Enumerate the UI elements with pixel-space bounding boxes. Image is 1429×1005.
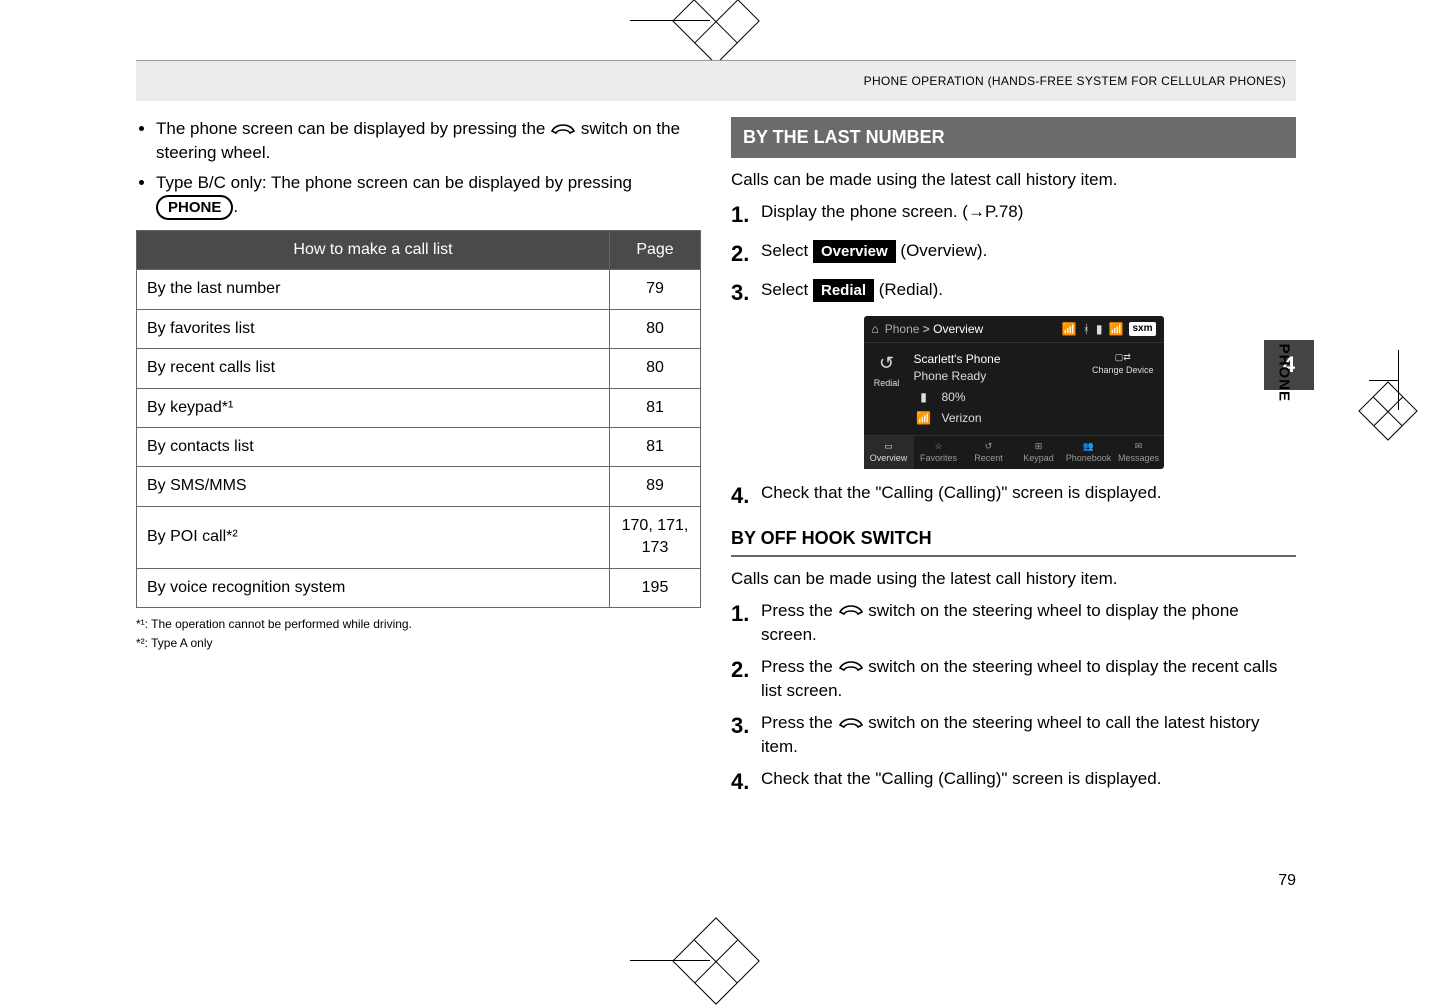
offhook-icon <box>550 118 576 142</box>
table-head-page: Page <box>610 231 701 270</box>
table-row: By recent calls list80 <box>137 349 701 388</box>
screenshot-tab[interactable]: ⊞Keypad <box>1014 436 1064 469</box>
screenshot-tab[interactable]: ▭Overview <box>864 436 914 469</box>
step-item: 2.Press the switch on the steering wheel… <box>731 655 1296 703</box>
screenshot-tab[interactable]: ☆Favorites <box>914 436 964 469</box>
table-row: By POI call*²170, 171, 173 <box>137 506 701 568</box>
step-item: 4.Check that the "Calling (Calling)" scr… <box>731 767 1296 798</box>
screenshot-tab[interactable]: ↺Recent <box>964 436 1014 469</box>
redial-label[interactable]: Redial <box>874 377 900 390</box>
chapter-label: PHONE <box>1275 344 1292 402</box>
offhook-icon <box>838 655 864 679</box>
footnote-2: *²: Type A only <box>136 635 701 652</box>
bullet-phone-button: Type B/C only: The phone screen can be d… <box>156 171 701 220</box>
bullet-phone-switch: The phone screen can be displayed by pre… <box>156 117 701 165</box>
section-title: BY THE LAST NUMBER <box>731 117 1296 158</box>
table-row: By SMS/MMS89 <box>137 467 701 506</box>
screenshot-tab[interactable]: ✉Messages <box>1114 436 1164 469</box>
battery-level-icon: ▮ <box>914 389 934 406</box>
sxm-badge: sxm <box>1129 322 1155 336</box>
home-icon[interactable]: ⌂ <box>872 321 879 338</box>
step-a4: 4.Check that the "Calling (Calling)" scr… <box>731 481 1296 512</box>
header-caption: PHONE OPERATION (HANDS-FREE SYSTEM FOR C… <box>864 74 1286 88</box>
table-row: By keypad*¹81 <box>137 388 701 427</box>
offhook-icon <box>838 599 864 623</box>
table-head-method: How to make a call list <box>137 231 610 270</box>
step-item: 3.Press the switch on the steering wheel… <box>731 711 1296 759</box>
table-row: By contacts list81 <box>137 427 701 466</box>
device-name: Scarlett's Phone <box>914 351 1092 368</box>
right-column: BY THE LAST NUMBER Calls can be made usi… <box>731 117 1296 857</box>
table-row: By voice recognition system195 <box>137 568 701 607</box>
signal-bars-icon: 📶 <box>914 410 934 427</box>
footnote-1: *¹: The operation cannot be performed wh… <box>136 616 701 633</box>
sub-intro: Calls can be made using the latest call … <box>731 567 1296 591</box>
battery-level: 80% <box>942 389 966 406</box>
battery-icon: ▮ <box>1096 321 1103 338</box>
signal-icon: 📶 <box>1109 321 1124 338</box>
wifi-icon: 📶 <box>1062 321 1077 338</box>
ui-pill: Redial <box>813 279 874 302</box>
offhook-icon <box>838 712 864 736</box>
redial-icon[interactable]: ↺ <box>879 351 894 376</box>
step-item: 3.Select Redial (Redial). <box>731 278 1296 309</box>
carrier-name: Verizon <box>942 410 982 427</box>
phone-hard-button: PHONE <box>156 195 233 220</box>
device-status: Phone Ready <box>914 368 1092 385</box>
section-intro: Calls can be made using the latest call … <box>731 168 1296 192</box>
sub-heading: BY OFF HOOK SWITCH <box>731 526 1296 557</box>
left-column: The phone screen can be displayed by pre… <box>136 117 701 857</box>
page-number: 79 <box>1278 872 1296 890</box>
ui-pill: Overview <box>813 240 896 263</box>
call-methods-table: How to make a call list Page By the last… <box>136 230 701 608</box>
bluetooth-icon: ᚼ <box>1083 321 1090 338</box>
change-device-button[interactable]: ▢⇄ Change Device <box>1092 351 1154 385</box>
step-item: 1.Display the phone screen. (→P.78) <box>731 200 1296 231</box>
device-screenshot: ⌂ Phone > Overview 📶 ᚼ ▮ 📶 sxm ↺ Redial <box>864 316 1164 468</box>
table-row: By the last number79 <box>137 270 701 309</box>
table-row: By favorites list80 <box>137 309 701 348</box>
page-header: PHONE OPERATION (HANDS-FREE SYSTEM FOR C… <box>136 60 1296 101</box>
step-item: 1.Press the switch on the steering wheel… <box>731 599 1296 647</box>
screenshot-tab[interactable]: 👥Phonebook <box>1064 436 1114 469</box>
step-item: 2.Select Overview (Overview). <box>731 239 1296 270</box>
